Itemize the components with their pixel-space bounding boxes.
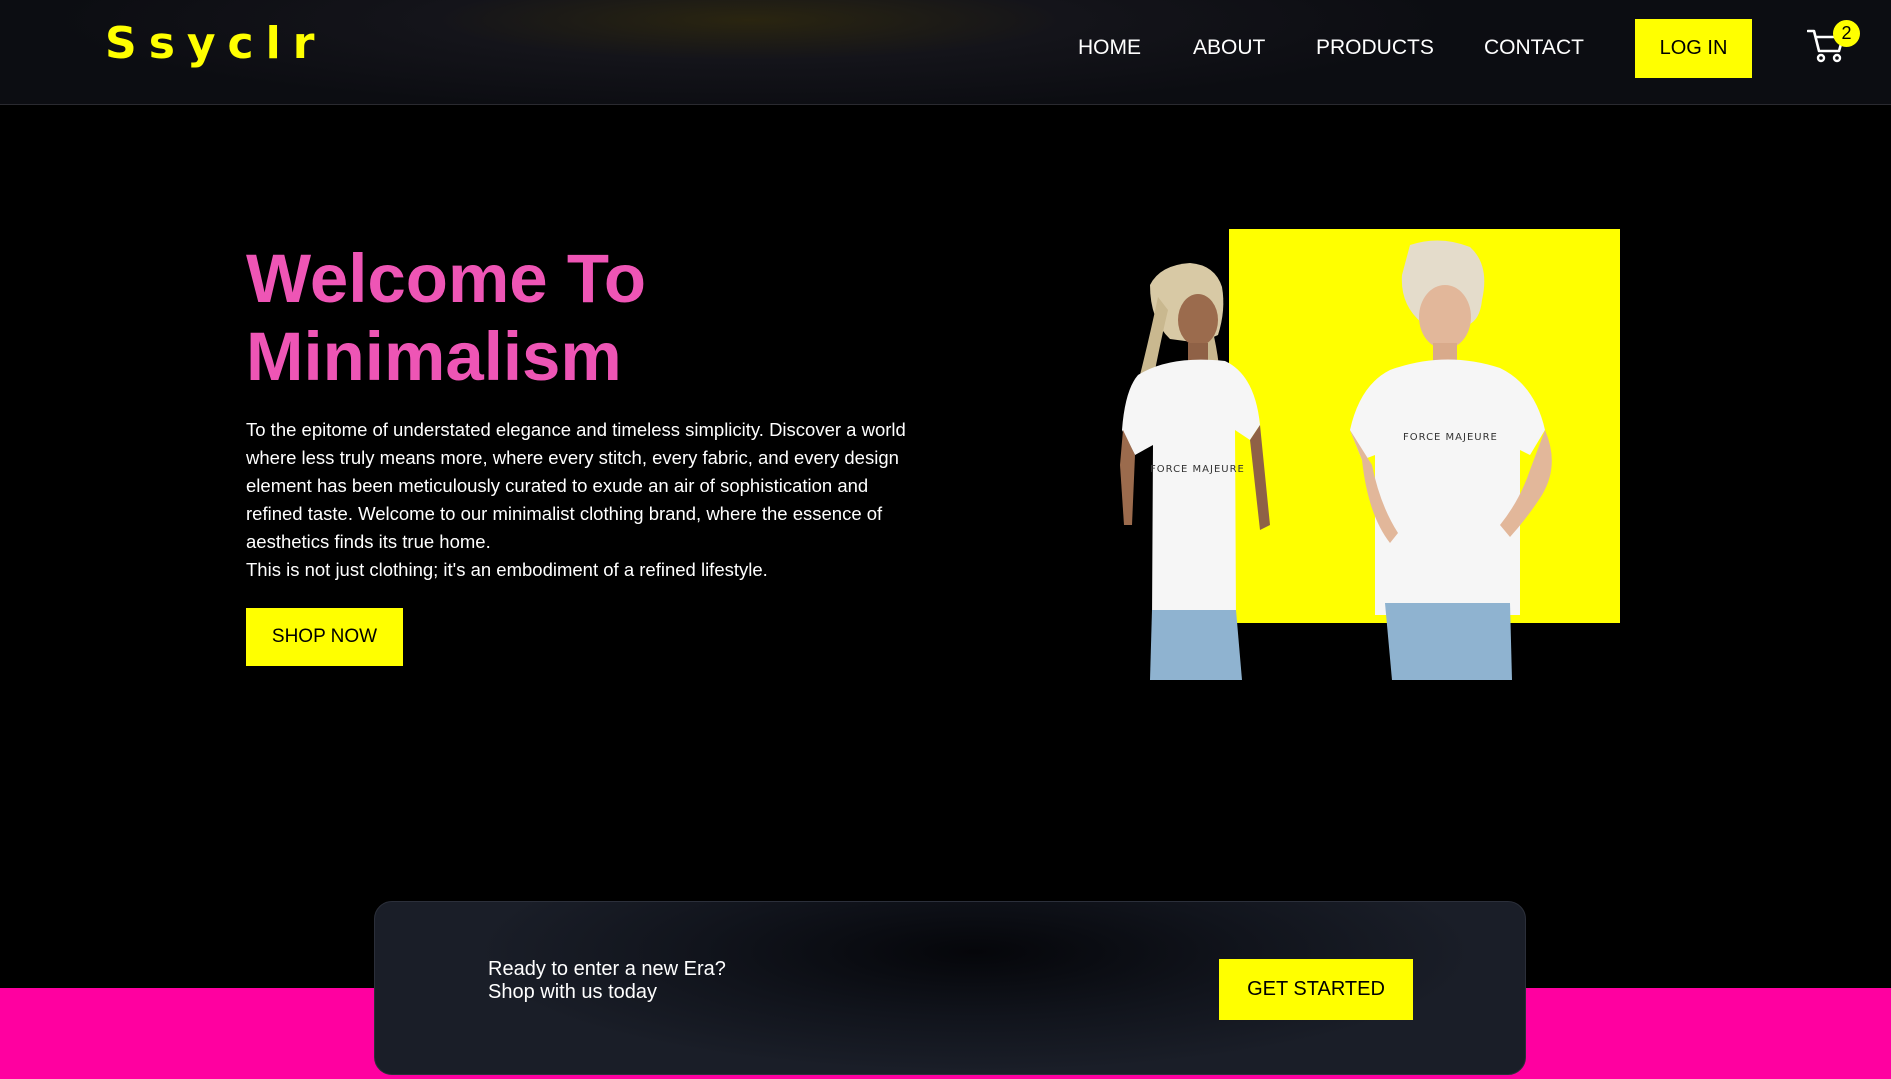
cta-text: Ready to enter a new Era? Shop with us t… — [488, 958, 726, 1004]
hero-title-line2: Minimalism — [246, 318, 622, 395]
hero-title-line1: Welcome To — [246, 240, 647, 317]
shop-now-button[interactable]: SHOP NOW — [246, 608, 403, 666]
hero-description: To the epitome of understated elegance a… — [246, 416, 906, 584]
nav-contact[interactable]: CONTACT — [1484, 36, 1584, 60]
cta-card: Ready to enter a new Era? Shop with us t… — [374, 901, 1526, 1075]
nav-about[interactable]: ABOUT — [1193, 36, 1265, 60]
shirt-print-2: FORCE MAJEURE — [1403, 432, 1498, 443]
brand-logo[interactable]: Ssyclr — [105, 18, 326, 69]
cta-line1: Ready to enter a new Era? — [488, 958, 726, 980]
site-header: Ssyclr HOME ABOUT PRODUCTS CONTACT LOG I… — [0, 0, 1891, 105]
nav-home[interactable]: HOME — [1078, 36, 1141, 60]
shirt-print: FORCE MAJEURE — [1150, 464, 1245, 475]
hero-description-text: To the epitome of understated elegance a… — [246, 419, 906, 552]
nav-products[interactable]: PRODUCTS — [1316, 36, 1434, 60]
hero-description-line2: This is not just clothing; it's an embod… — [246, 559, 768, 580]
cta-line2: Shop with us today — [488, 981, 657, 1003]
login-button[interactable]: LOG IN — [1635, 19, 1752, 78]
get-started-button[interactable]: GET STARTED — [1219, 959, 1413, 1020]
hero-title: Welcome To Minimalism — [246, 240, 846, 396]
hero-models-image: FORCE MAJEURE FORCE MAJEURE — [1050, 225, 1640, 680]
cart-count-badge: 2 — [1833, 20, 1860, 47]
